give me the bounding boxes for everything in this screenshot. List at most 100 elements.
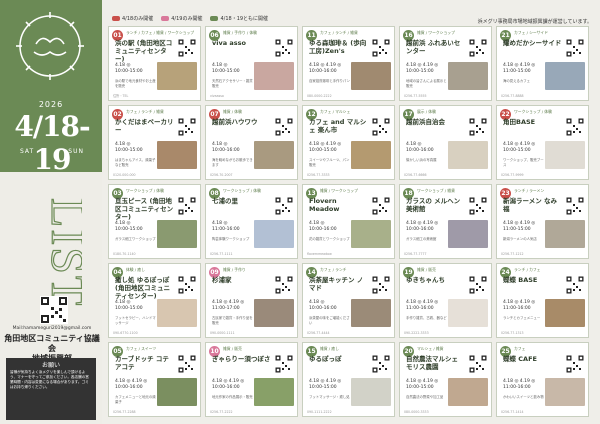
spot-contact: 080-0000-3333: [404, 410, 429, 414]
qr-code-icon[interactable]: [275, 39, 293, 57]
spot-card[interactable]: 22 ワークショップ / 体験 角田BASE 4.18 ◎ 4.19 ◎ 10:00-…: [496, 105, 589, 180]
spot-description: 古民家で雑貨・手作り品を販売: [212, 316, 253, 325]
spot-description: 自家焙煎珈琲と手作りパン: [309, 79, 350, 83]
spot-tags: 展示 / 体験: [417, 109, 436, 114]
spot-hours: 4.18 ◎ 4.19 ◎ 10:00-16:00: [115, 379, 148, 390]
spot-card[interactable]: 08 ワークショップ / 体験 七浦の里 4.18 ◎ 11:00-16:00 陶芸体験…: [205, 184, 298, 259]
spot-card[interactable]: 04 体験 / 癒し 癒し処 ゆるぽっぽ (角田地区コミュニティセンター) 4.18 …: [108, 263, 201, 338]
qr-code-icon[interactable]: [469, 118, 487, 136]
spot-name: 新潟ラーメン なみ福: [503, 197, 558, 213]
spot-contact: 090-6770-1100: [113, 331, 138, 335]
spot-card[interactable]: 03 ワークショップ / 体験 亘玉ピース (角田地区コミュニティセンター) 4.18…: [108, 184, 201, 259]
spot-card[interactable]: 23 ランチ / ラーメン 新潟ラーメン なみ福 4.18 ◎ 4.19 ◎ 11:0…: [496, 184, 589, 259]
qr-code-icon[interactable]: [40, 296, 68, 324]
qr-code-icon[interactable]: [372, 197, 390, 215]
qr-code-icon[interactable]: [469, 276, 487, 294]
spot-description: スイーツやフルーツ、パン販売: [309, 158, 350, 167]
qr-code-icon[interactable]: [275, 118, 293, 136]
spot-tags: ワークショップ / 体験: [223, 188, 261, 193]
day-sat: SAT: [20, 148, 35, 155]
spot-name: 浜の駅 (角田地区コミュニティセンター): [115, 39, 173, 63]
spot-tags: 雑貨 / ワークショップ: [417, 30, 455, 35]
spot-card[interactable]: 21 カフェ / シーサイド 耀めだかシーサイド 4.18 ◎ 4.19 ◎ 11:0…: [496, 26, 589, 101]
spot-card[interactable]: 14 カフェ / ランチ 浜茶屋キッチン ノマド 4.18 ◎ 10:00-16:00…: [302, 263, 395, 338]
qr-code-icon[interactable]: [275, 197, 293, 215]
spot-card[interactable]: 06 雑貨 / 手作り / 体験 viva asso 4.18 ◎ 10:00-15:…: [205, 26, 298, 101]
contact-email[interactable]: Mail:hamameguri2019@gmail.com: [6, 326, 98, 331]
spot-card[interactable]: 02 カフェ / ランチ / 雑貨 かくだはまベーカリー 4.18 ◎ 10:00-1…: [108, 105, 201, 180]
spot-name: 角田BASE: [503, 118, 536, 126]
qr-code-icon[interactable]: [178, 355, 196, 373]
spot-card[interactable]: 17 展示 / 体験 越前浜自治会 4.18 ◎ 10:00-16:00 懐かしい浜の写…: [399, 105, 492, 180]
spot-card[interactable]: 12 カフェ / マルシェ カフェ and マルシェ 楽ん市 4.18 ◎ 4.19 …: [302, 105, 395, 180]
qr-code-icon[interactable]: [372, 39, 390, 57]
spot-name: ゆきちゃんち: [406, 276, 445, 284]
event-header: 2026 4/18-19 SAT SUN: [0, 0, 102, 176]
spot-hours: 4.18 ◎ 4.19 ◎ 10:00-15:00: [309, 379, 342, 390]
spot-name: 蝶蝶 CAFE: [503, 355, 537, 363]
qr-code-icon[interactable]: [469, 355, 487, 373]
spot-name: 越前浜ハウワウ: [212, 118, 258, 126]
qr-code-icon[interactable]: [372, 118, 390, 136]
spot-name: カフェ and マルシェ 楽ん市: [309, 118, 367, 134]
spot-hours: 4.18 ◎ 10:00-16:00: [309, 221, 337, 232]
spot-card[interactable]: 19 雑貨 / 販売 ゆきちゃんち 4.18 ◎ 4.19 ◎ 11:00-16:00…: [399, 263, 492, 338]
spot-photo: [351, 141, 391, 169]
qr-code-icon[interactable]: [275, 276, 293, 294]
spot-contact: 090-1111-2222: [307, 410, 332, 414]
event-dates: 4/18-19: [14, 110, 90, 176]
spot-description: 手作り雑貨、古着、器など: [406, 316, 447, 320]
spot-card[interactable]: 24 ランチ / カフェ 蝶蝶 BASE 4.18 ◎ 4.19 ◎ 11:00-16…: [496, 263, 589, 338]
spot-hours: 4.18 ◎ 4.19 ◎ 11:00-16:00: [503, 379, 536, 390]
spot-contact: 090-2222-3333: [404, 331, 429, 335]
qr-code-icon[interactable]: [566, 39, 584, 57]
spot-description: カフェメニューと地元の焼菓子: [115, 395, 156, 404]
spot-card[interactable]: 11 カフェ / ランチ / 雑貨 ゆる森珈琲＆ (歩向工房)Zen's 4.18 ◎…: [302, 26, 395, 101]
spot-contact: 住所・TEL: [113, 94, 129, 98]
spot-card[interactable]: 07 雑貨 / 体験 越前浜ハウワウ 4.18 ◎ 10:00-16:00 海を眺めなが…: [205, 105, 298, 180]
list-title-text: LIST: [41, 198, 82, 306]
spot-card[interactable]: 13 雑貨 / ワークショップ Flovern Meadow 4.18 ◎ 10:00…: [302, 184, 395, 259]
qr-code-icon[interactable]: [178, 276, 196, 294]
qr-code-icon[interactable]: [566, 118, 584, 136]
spot-card[interactable]: 18 ワークショップ / 雑貨 ガラスの メルヘン美術館 4.18 ◎ 4.19 ◎ …: [399, 184, 492, 259]
qr-code-icon[interactable]: [566, 355, 584, 373]
qr-code-icon[interactable]: [566, 197, 584, 215]
spot-card[interactable]: 05 カフェ / スイーツ カーブドッチ コテアコテ 4.18 ◎ 4.19 ◎ 10…: [108, 342, 201, 417]
spot-name: カーブドッチ コテアコテ: [115, 355, 169, 371]
qr-code-icon[interactable]: [178, 197, 196, 215]
qr-code-icon[interactable]: [469, 39, 487, 57]
spot-hours: 4.18 ◎ 4.19 ◎ 11:00-17:00: [212, 300, 245, 311]
qr-code-icon[interactable]: [566, 276, 584, 294]
spot-hours: 4.18 ◎ 4.19 ◎ 11:00-15:00: [503, 63, 536, 74]
spot-photo: [448, 299, 488, 327]
spot-tags: カフェ / スイーツ: [126, 346, 157, 351]
spot-card[interactable]: 15 雑貨 / 癒し ゆるぽっぽ 4.18 ◎ 4.19 ◎ 10:00-15:00 フ…: [302, 342, 395, 417]
spot-description: 懐かしい浜の写真展: [406, 158, 437, 162]
qr-code-icon[interactable]: [275, 355, 293, 373]
notice-box: お願い 皆様が気持ちよく浜メグリを楽しんで頂けるよう、マナーを守ってご参加くださ…: [6, 358, 96, 420]
spot-tags: 雑貨 / 販売: [223, 346, 242, 351]
spot-card[interactable]: 09 雑貨 / 手作り 杉浦家 4.18 ◎ 4.19 ◎ 11:00-17:00 古民…: [205, 263, 298, 338]
spot-photo: [157, 62, 197, 90]
spot-hours: 4.18 ◎ 4.19 ◎ 11:00-16:00: [503, 300, 536, 311]
spot-card[interactable]: 10 雑貨 / 販売 ぎゃらりー須つぼさ 4.18 ◎ 4.19 ◎ 10:00-16…: [205, 342, 298, 417]
spot-card[interactable]: 01 ランチ / カフェ / 雑貨 / ワークショップ 浜の駅 (角田地区コミュニテ…: [108, 26, 201, 101]
sidebar: 2026 4/18-19 SAT SUN LIST Mail:hamamegur…: [0, 0, 102, 424]
qr-code-icon[interactable]: [372, 355, 390, 373]
qr-code-icon[interactable]: [178, 118, 196, 136]
spot-hours: 4.18 ◎ 4.19 ◎ 10:00-15:00: [309, 142, 342, 153]
spot-photo: [351, 220, 391, 248]
spot-card[interactable]: 20 マルシェ / 雑貨 自然農法マルシェ モリス農園 4.18 ◎ 4.19 ◎ 1…: [399, 342, 492, 417]
spot-card[interactable]: 25 カフェ 蝶蝶 CAFE 4.18 ◎ 4.19 ◎ 11:00-16:00 かわい…: [496, 342, 589, 417]
spot-name: viva asso: [212, 39, 246, 47]
spot-photo: [448, 141, 488, 169]
spot-name: ガラスの メルヘン美術館: [406, 197, 461, 213]
spot-tags: カフェ / ランチ / 雑貨: [126, 109, 164, 114]
spot-card[interactable]: 16 雑貨 / ワークショップ 越前浜 ふれあいセンター 4.18 ◎ 4.19 ◎ …: [399, 26, 492, 101]
qr-code-icon[interactable]: [372, 276, 390, 294]
spot-photo: [448, 378, 488, 406]
qr-code-icon[interactable]: [469, 197, 487, 215]
qr-code-icon[interactable]: [178, 39, 196, 57]
spot-photo: [351, 299, 391, 327]
